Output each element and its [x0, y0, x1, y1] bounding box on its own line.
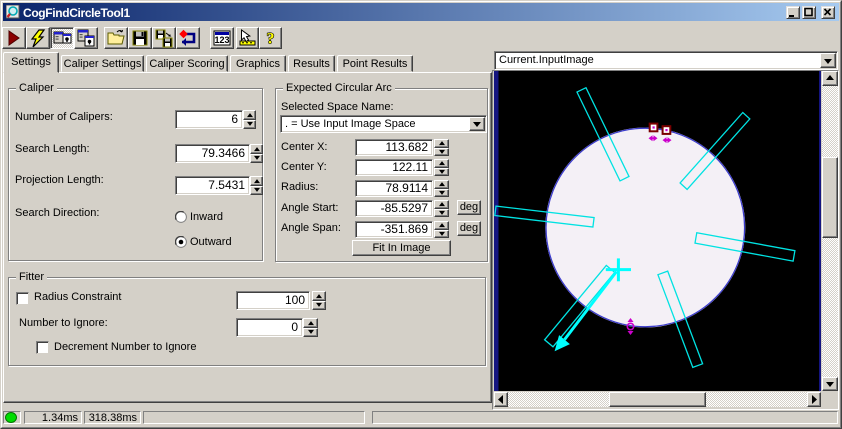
svg-text:123: 123: [214, 35, 229, 45]
svg-text:?: ?: [267, 31, 275, 48]
